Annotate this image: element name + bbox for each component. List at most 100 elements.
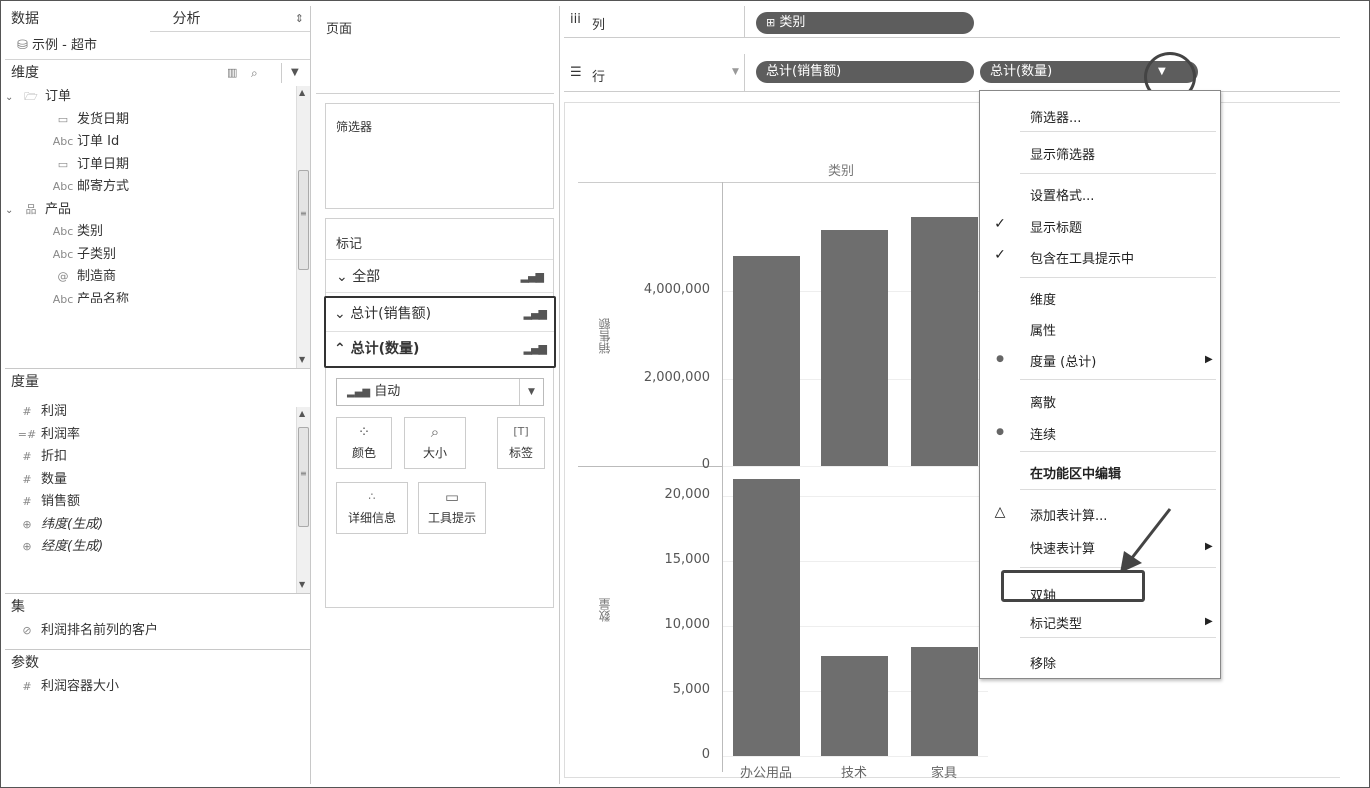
- chevron-down-icon[interactable]: ▼: [519, 379, 543, 405]
- measure-field[interactable]: # 利润: [5, 401, 310, 424]
- param-field[interactable]: # 利润容器大小: [5, 676, 310, 699]
- pill-sales[interactable]: 总计(销售额): [756, 61, 974, 83]
- dimension-field[interactable]: Abc 子类别: [5, 244, 310, 267]
- menu-item[interactable]: 显示标题 ✓: [980, 213, 1220, 237]
- menu-item[interactable]: 标记类型 ▶: [980, 609, 1220, 633]
- menu-item[interactable]: 筛选器...: [980, 103, 1220, 127]
- scroll-down-icon[interactable]: ▼: [299, 580, 305, 589]
- dimension-field[interactable]: ▭ 发货日期: [5, 109, 310, 132]
- size-button[interactable]: ⌕ 大小: [404, 417, 466, 469]
- y-tick-label: 10,000: [664, 617, 711, 632]
- view-list-icon[interactable]: ▥: [227, 60, 237, 86]
- measure-field[interactable]: # 折扣: [5, 446, 310, 469]
- dimension-label: 订单日期: [77, 156, 130, 172]
- y-tick-label: 0: [701, 457, 710, 472]
- pill-category[interactable]: ⊞ 类别: [756, 12, 974, 34]
- string-icon: Abc: [52, 225, 74, 238]
- dimension-field[interactable]: ▭ 订单日期: [5, 154, 310, 177]
- date-icon: ▭: [57, 157, 69, 171]
- y-tick-label: 2,000,000: [643, 369, 710, 385]
- y-tick-label: 0: [701, 747, 710, 762]
- tab-sort-icon[interactable]: ⇕: [270, 6, 310, 32]
- filters-card[interactable]: 筛选器: [325, 103, 554, 209]
- tab-data[interactable]: 数据: [5, 6, 151, 32]
- pointer-arrow: [1120, 508, 1172, 573]
- marks-all-label: 全部: [352, 269, 381, 285]
- y-tick-label: 5,000: [672, 682, 710, 697]
- label-button[interactable]: [T] 标签: [497, 417, 545, 469]
- folder-icon: 🗁: [24, 90, 38, 103]
- dimensions-list: ⌄ 🗁 订单 ▭ 发货日期 Abc 订单 Id ▭ 订单日期 Abc 邮寄方式 ⌄ 品产品 A…: [5, 86, 310, 368]
- measure-field[interactable]: # 销售额: [5, 491, 310, 514]
- set-field[interactable]: ⊘ 利润排名前列的客户: [5, 620, 310, 643]
- x-tick-label: 办公用品: [739, 766, 792, 781]
- number-icon: #: [22, 495, 32, 508]
- datasource-item[interactable]: ⛁ 示例 - 超市: [5, 32, 310, 60]
- measures-scrollbar[interactable]: ▲ ≡ ▼: [296, 407, 310, 593]
- measure-field[interactable]: # 数量: [5, 469, 310, 492]
- menu-separator: [1020, 489, 1216, 490]
- scroll-down-icon[interactable]: ▼: [299, 355, 305, 364]
- plus-box-icon: ⊞: [766, 16, 776, 29]
- pages-card[interactable]: 页面: [316, 6, 554, 94]
- detail-button[interactable]: ∴ 详细信息: [336, 482, 408, 534]
- radio-dot-icon: ●: [996, 354, 1004, 364]
- dimensions-scrollbar[interactable]: ▲ ≡ ▼: [296, 86, 310, 368]
- measure-field[interactable]: ⊕ 纬度(生成): [5, 514, 310, 537]
- y-axis-label: 销售额: [598, 318, 612, 354]
- menu-item[interactable]: 设置格式...: [980, 181, 1220, 205]
- menu-item[interactable]: 移除: [980, 649, 1220, 673]
- dimension-field[interactable]: Abc 订单 Id: [5, 131, 310, 154]
- marks-sales-label: 总计(销售额): [350, 306, 432, 322]
- color-button[interactable]: ⁘ 颜色: [336, 417, 392, 469]
- params-header: 参数: [11, 654, 39, 671]
- menu-item[interactable]: 连续 ●: [980, 420, 1220, 444]
- chevron-down-icon: ⌄: [336, 269, 348, 285]
- menu-item[interactable]: 在功能区中编辑: [980, 459, 1220, 483]
- menu-item[interactable]: 离散: [980, 388, 1220, 412]
- data-pane: 数据 分析 ⇕ ⛁ 示例 - 超市 维度 ▥ ⌕ ▼ ⌄ 🗁 订单 ▭ 发货日期 Ab…: [5, 6, 311, 784]
- scroll-up-icon[interactable]: ▲: [299, 409, 305, 418]
- pill-label: 类别: [779, 15, 806, 30]
- measure-label: 纬度(生成): [41, 516, 104, 532]
- search-icon[interactable]: ⌕: [251, 60, 258, 86]
- dimension-field[interactable]: Abc 产品名称: [5, 289, 310, 303]
- radio-dot-icon: ●: [996, 427, 1004, 437]
- tab-analysis[interactable]: 分析: [150, 6, 270, 32]
- menu-item[interactable]: 添加表计算... △: [980, 501, 1220, 525]
- marks-qty-row[interactable]: ⌃ 总计(数量) ▂▄▆: [326, 332, 554, 366]
- dimension-field[interactable]: Abc 类别: [5, 221, 310, 244]
- measure-label: 销售额: [41, 494, 81, 509]
- dimension-field[interactable]: @ 制造商: [5, 266, 310, 289]
- menu-dropdown-icon[interactable]: ▼: [291, 60, 299, 86]
- tooltip-button[interactable]: ▭ 工具提示: [418, 482, 486, 534]
- bar: [733, 256, 800, 466]
- menu-item[interactable]: 维度: [980, 285, 1220, 309]
- menu-item-label: 属性: [1030, 324, 1057, 339]
- mark-type-select[interactable]: ▂▄▆ 自动 ▼: [336, 378, 544, 406]
- menu-item[interactable]: 属性: [980, 316, 1220, 340]
- measure-field[interactable]: =# 利润率: [5, 424, 310, 447]
- dimension-field[interactable]: Abc 邮寄方式: [5, 176, 310, 199]
- submenu-arrow-icon: ▶: [1205, 541, 1213, 552]
- menu-item[interactable]: 显示筛选器: [980, 140, 1220, 164]
- scroll-thumb[interactable]: [298, 170, 309, 270]
- marks-all-row[interactable]: ⌄ 全部 ▂▄▆: [326, 259, 553, 293]
- bar-chart-icon: ▂▄▆: [523, 342, 547, 355]
- dimension-folder-orders[interactable]: ⌄ 🗁 订单: [5, 86, 310, 109]
- menu-item[interactable]: 度量 (总计) ● ▶: [980, 347, 1220, 371]
- marks-sales-row[interactable]: ⌄ 总计(销售额) ▂▄▆: [326, 298, 554, 332]
- menu-item-label: 显示标题: [1030, 221, 1083, 236]
- scroll-up-icon[interactable]: ▲: [299, 88, 305, 97]
- datasource-icon: ⛁: [17, 38, 28, 53]
- pane-tabs: 数据 分析 ⇕: [5, 6, 310, 32]
- number-icon: #: [22, 472, 32, 486]
- menu-item[interactable]: 包含在工具提示中 ✓: [980, 244, 1220, 268]
- measure-field[interactable]: ⊕ 经度(生成): [5, 536, 310, 559]
- y-tick-label: 20,000: [664, 487, 711, 502]
- dimension-folder-products[interactable]: ⌄ 品产品: [5, 199, 310, 222]
- menu-item[interactable]: 快速表计算 ▶: [980, 534, 1220, 558]
- submenu-arrow-icon: ▶: [1205, 354, 1213, 365]
- menu-separator: [1020, 277, 1216, 278]
- menu-separator: [1020, 173, 1216, 174]
